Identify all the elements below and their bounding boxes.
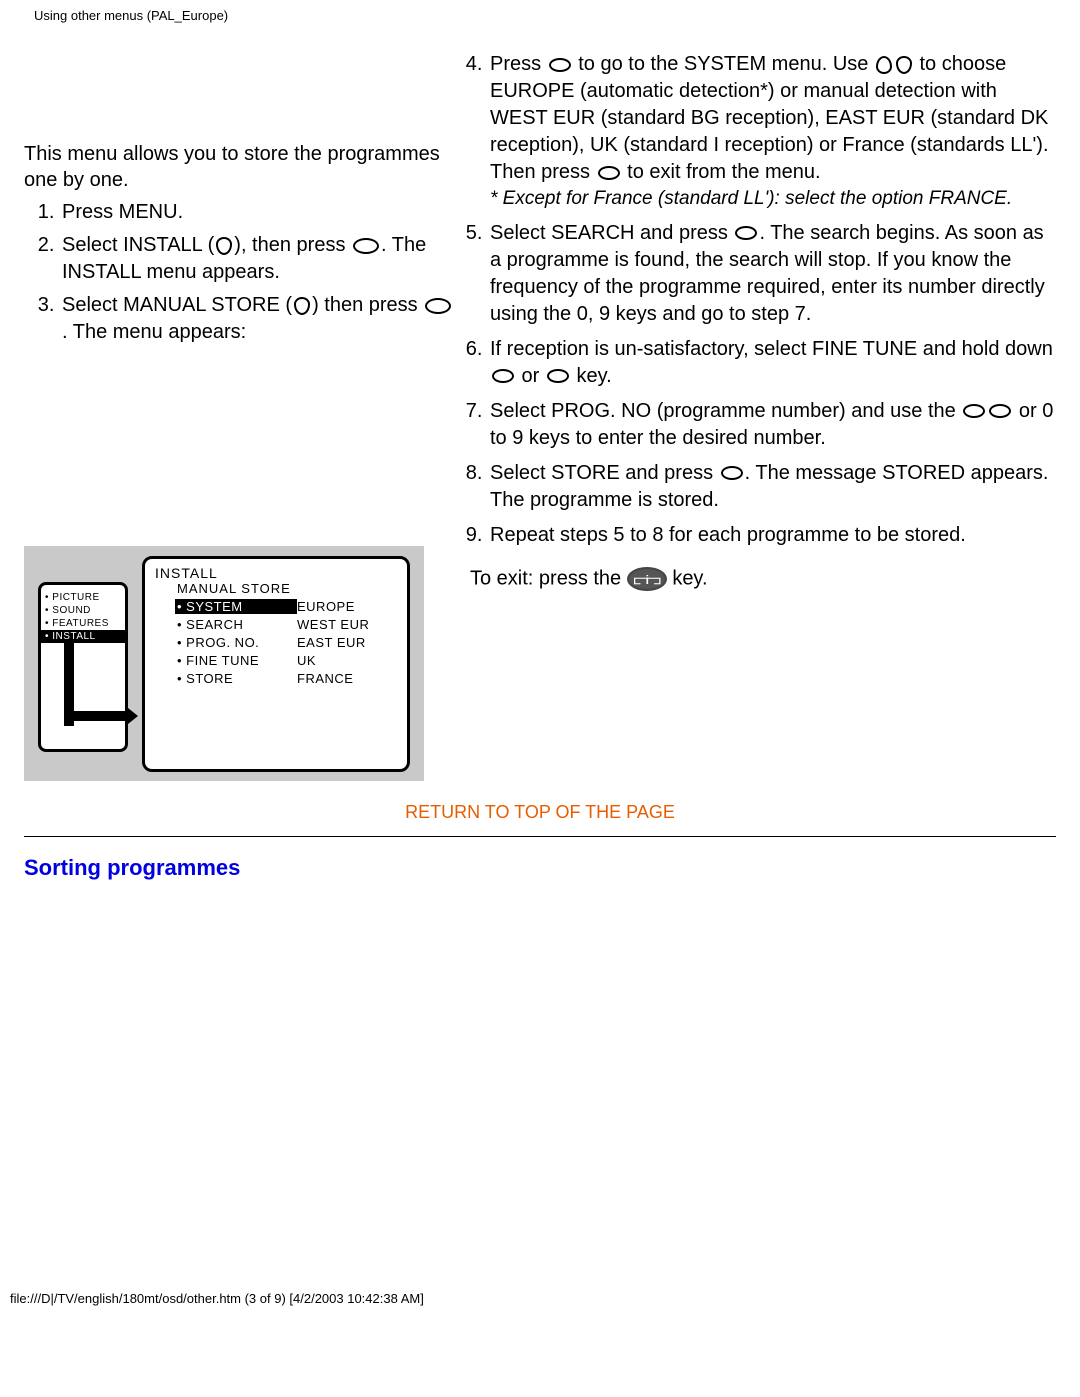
steps-left-list: Press MENU. Select INSTALL ( ), then pres… <box>60 199 454 346</box>
up-icon <box>876 56 892 74</box>
tv-row-active: SYSTEM EUROPE <box>177 599 397 614</box>
tv-row: PROG. NO. EAST EUR <box>177 635 397 650</box>
tv-panel-title: INSTALL <box>155 565 397 581</box>
tv-row-label: STORE <box>177 671 297 686</box>
return-link-text[interactable]: RETURN TO TOP OF THE PAGE <box>405 802 675 822</box>
step-note: * Except for France (standard LL'): sele… <box>490 186 1056 212</box>
down-icon <box>216 237 232 255</box>
tv-row: SEARCH WEST EUR <box>177 617 397 632</box>
left-column: This menu allows you to store the progra… <box>24 51 454 781</box>
tv-panel: INSTALL MANUAL STORE SYSTEM EUROPE SEARC… <box>142 556 410 772</box>
step-7: Select PROG. NO (programme number) and u… <box>488 398 1056 452</box>
tv-row-value: EAST EUR <box>297 635 397 650</box>
tv-row-label: SYSTEM <box>175 599 297 614</box>
tv-panel-subtitle: MANUAL STORE <box>177 581 397 596</box>
step-5: Select SEARCH and press . The search beg… <box>488 220 1056 328</box>
down-icon <box>294 297 310 315</box>
right-oval-icon <box>549 58 571 72</box>
down-icon <box>896 56 912 74</box>
tv-sidebar-item: PICTURE <box>41 591 125 604</box>
step-text: Select PROG. NO (programme number) and u… <box>490 400 961 422</box>
right-column: Press to go to the SYSTEM menu. Use to c… <box>470 51 1056 781</box>
exit-post: key. <box>672 567 707 589</box>
step-text: or <box>516 365 545 387</box>
step-8: Select STORE and press . The message STO… <box>488 460 1056 514</box>
step-text: . The menu appears: <box>62 321 246 343</box>
step-text: Repeat steps 5 to 8 for each programme t… <box>490 524 966 546</box>
step-text: key. <box>571 365 612 387</box>
tv-sidebar-item: FEATURES <box>41 617 125 630</box>
return-to-top-link[interactable]: RETURN TO TOP OF THE PAGE <box>24 801 1056 824</box>
step-text: to exit from the menu. <box>622 161 821 183</box>
header-path: Using other menus (PAL_Europe) <box>24 0 1056 51</box>
tv-sidebar-item: SOUND <box>41 604 125 617</box>
exit-line: To exit: press the ⫍i⫎ key. <box>470 567 1056 591</box>
right-oval-icon <box>721 466 743 480</box>
step-9: Repeat steps 5 to 8 for each programme t… <box>488 522 1056 549</box>
footer-path: file:///D|/TV/english/180mt/osd/other.ht… <box>0 1291 1080 1314</box>
connector-line <box>74 711 128 721</box>
tv-sidebar: PICTURE SOUND FEATURES INSTALL <box>38 582 128 752</box>
step-text: Press MENU. <box>62 201 183 223</box>
step-text: Select SEARCH and press <box>490 222 733 244</box>
right-oval-icon <box>547 369 569 383</box>
connector-arrow-icon <box>128 708 138 724</box>
steps-right-list: Press to go to the SYSTEM menu. Use to c… <box>488 51 1056 549</box>
step-2: Select INSTALL (), then press . The INST… <box>60 232 454 286</box>
right-oval-icon <box>735 226 757 240</box>
step-1: Press MENU. <box>60 199 454 226</box>
exit-pre: To exit: press the <box>470 567 627 589</box>
step-text: ), then press <box>234 234 351 256</box>
tv-row: STORE FRANCE <box>177 671 397 686</box>
tv-row-value: FRANCE <box>297 671 397 686</box>
step-text: Select MANUAL STORE ( <box>62 294 292 316</box>
step-3: Select MANUAL STORE ( ) then press . The … <box>60 292 454 346</box>
tv-row-label: PROG. NO. <box>177 635 297 650</box>
connector-line <box>64 640 74 726</box>
step-6: If reception is un-satisfactory, select … <box>488 336 1056 390</box>
step-4: Press to go to the SYSTEM menu. Use to c… <box>488 51 1056 212</box>
sorting-title: Sorting programmes <box>24 855 1056 881</box>
tv-button-icon: ⫍i⫎ <box>627 567 667 591</box>
tv-osd-figure: PICTURE SOUND FEATURES INSTALL INSTALL M… <box>24 546 424 781</box>
tv-row-value: UK <box>297 653 397 668</box>
step-text: If reception is un-satisfactory, select … <box>490 338 1053 360</box>
step-text: Select INSTALL ( <box>62 234 214 256</box>
left-oval-icon <box>492 369 514 383</box>
step-text: to go to the SYSTEM menu. Use <box>573 53 874 75</box>
divider <box>24 836 1056 837</box>
left-oval-icon <box>963 404 985 418</box>
step-text: ) then press <box>312 294 423 316</box>
step-text: Select STORE and press <box>490 462 719 484</box>
tv-row-value: WEST EUR <box>297 617 397 632</box>
right-oval-icon <box>353 238 379 254</box>
right-oval-icon <box>989 404 1011 418</box>
left-oval-icon <box>598 166 620 180</box>
tv-row-value: EUROPE <box>297 599 397 614</box>
tv-row: FINE TUNE UK <box>177 653 397 668</box>
step-text: Press <box>490 53 547 75</box>
right-oval-icon <box>425 298 451 314</box>
tv-row-label: FINE TUNE <box>177 653 297 668</box>
tv-sidebar-item-active: INSTALL <box>41 630 125 643</box>
intro-text: This menu allows you to store the progra… <box>24 141 454 193</box>
tv-row-label: SEARCH <box>177 617 297 632</box>
